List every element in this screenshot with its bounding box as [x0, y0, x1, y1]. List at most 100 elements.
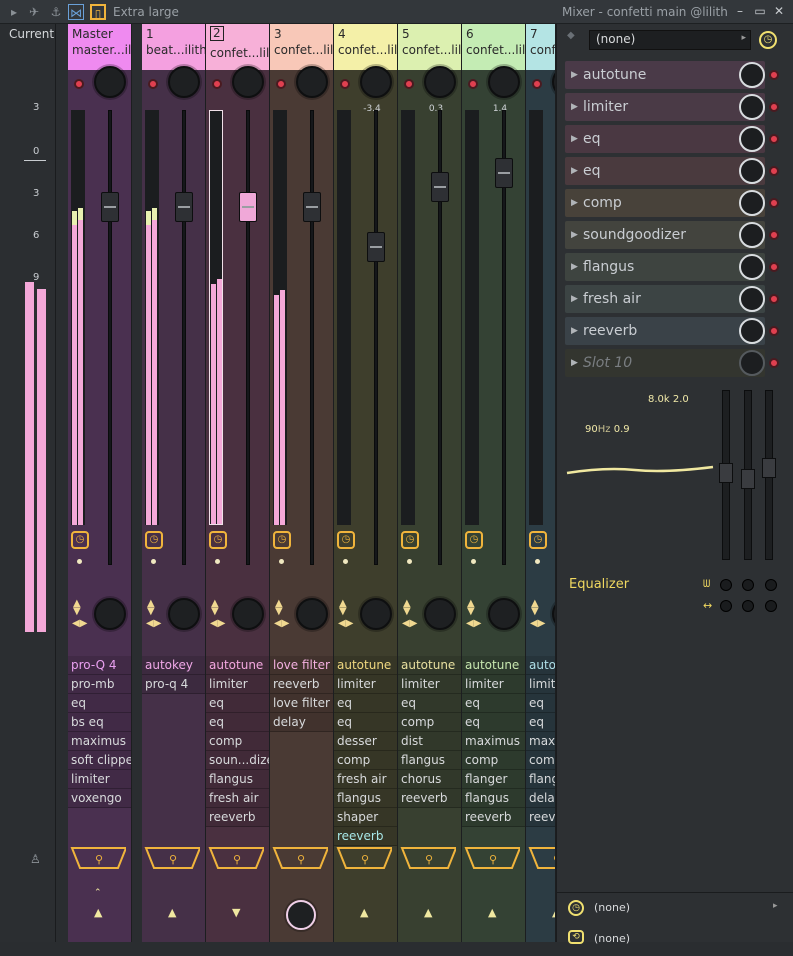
effect-mix-knob[interactable] [739, 318, 765, 344]
swap-arrows-icon[interactable]: ◀▶ [72, 619, 87, 629]
expand-triangle-icon[interactable]: ▶ [571, 253, 578, 281]
swap-arrows-icon[interactable]: ◀▶ [210, 619, 225, 629]
fx-slot[interactable]: comp [334, 751, 397, 770]
route-arrow-icon[interactable]: ▼ [232, 906, 240, 919]
effect-mix-knob[interactable] [739, 350, 765, 376]
effect-enable-led[interactable] [769, 70, 779, 80]
pan-knob[interactable] [296, 66, 328, 98]
maximize-icon[interactable]: ▭ [752, 3, 768, 19]
clock-icon[interactable]: ◷ [145, 531, 163, 549]
fx-slot[interactable]: maximus [462, 732, 525, 751]
clock-icon[interactable]: ◷ [401, 531, 419, 549]
volume-fader[interactable] [367, 232, 385, 262]
fx-slot[interactable]: desser [334, 732, 397, 751]
eq-bw-knob-high[interactable] [765, 579, 777, 591]
effect-enable-led[interactable] [769, 358, 779, 368]
fx-slot[interactable]: love filter [270, 656, 333, 675]
fx-slot[interactable]: bs eq [68, 713, 131, 732]
stereo-knob[interactable] [94, 598, 126, 630]
volume-fader[interactable] [101, 192, 119, 222]
strip-header[interactable]: 4 confet...lilith [334, 24, 397, 70]
stereo-knob[interactable] [232, 598, 264, 630]
strip-header[interactable]: 2 confet...lilith [206, 24, 269, 70]
effect-slot[interactable]: ▶ flangus [565, 253, 765, 281]
fx-slot[interactable]: soft clipper [68, 751, 131, 770]
fx-slot[interactable]: reeverb [462, 808, 525, 827]
fx-slot[interactable]: voxengo [68, 789, 131, 808]
swap-arrows-icon[interactable]: ◀▶ [338, 619, 353, 629]
anchor-icon[interactable]: ⚓ [48, 4, 64, 20]
pan-knob[interactable] [360, 66, 392, 98]
fx-slot[interactable]: reeverb [334, 827, 397, 846]
fx-slot[interactable]: soun...dizer [206, 751, 269, 770]
effect-enable-led[interactable] [769, 294, 779, 304]
lamp-icon[interactable]: ♙ [30, 852, 41, 866]
effect-enable-led[interactable] [769, 230, 779, 240]
fx-slot[interactable]: autotune [334, 656, 397, 675]
fx-slot[interactable]: autotune [462, 656, 525, 675]
effect-mix-knob[interactable] [739, 254, 765, 280]
effect-mix-knob[interactable] [739, 158, 765, 184]
fx-slot[interactable]: eq [398, 694, 461, 713]
swap-arrows-icon[interactable]: ◀▶ [466, 619, 481, 629]
fx-slot[interactable]: love filter [270, 694, 333, 713]
strip-header[interactable]: 7 confet...lilith [526, 24, 555, 70]
fx-slot[interactable]: limiter [334, 675, 397, 694]
effect-enable-led[interactable] [769, 262, 779, 272]
fx-slot[interactable]: fresh air [334, 770, 397, 789]
eq-bw-knob-low[interactable] [720, 579, 732, 591]
expand-triangle-icon[interactable]: ▶ [571, 285, 578, 313]
pan-knob[interactable] [424, 66, 456, 98]
route-knob[interactable] [286, 900, 316, 930]
effect-mix-knob[interactable] [739, 286, 765, 312]
eq-freq-knob-low[interactable] [720, 600, 732, 612]
fx-slot[interactable]: eq [526, 713, 555, 732]
stereo-arrows-icon[interactable]: ▲ ▼ [339, 599, 347, 617]
expand-triangle-icon[interactable]: ▶ [571, 125, 578, 153]
effect-enable-led[interactable] [769, 134, 779, 144]
effect-mix-knob[interactable] [739, 94, 765, 120]
fx-slot[interactable]: limiter [526, 675, 555, 694]
clock-icon[interactable]: ◷ [759, 31, 777, 49]
swap-arrows-icon[interactable]: ◀▶ [274, 619, 289, 629]
strip-header[interactable]: 3 confet...lilith [270, 24, 333, 70]
clock-icon[interactable]: ◷ [71, 531, 89, 549]
fx-slot[interactable]: comp [462, 751, 525, 770]
volume-fader[interactable] [175, 192, 193, 222]
expand-triangle-icon[interactable]: ▶ [571, 349, 578, 377]
pan-knob[interactable] [168, 66, 200, 98]
send-output-icon[interactable]: ⚲ [144, 846, 200, 870]
fx-slot[interactable]: autotune [526, 656, 555, 675]
route-arrow-icon[interactable]: ▲ [488, 906, 496, 919]
stereo-arrows-icon[interactable]: ▲ ▼ [403, 599, 411, 617]
link-icon[interactable]: ⋈ [68, 4, 84, 20]
strip-header[interactable]: Master master...ilith [68, 24, 131, 70]
fx-slot[interactable]: eq [462, 694, 525, 713]
swap-arrows-icon[interactable]: ◀▶ [530, 619, 545, 629]
eq-fader-high[interactable] [762, 458, 776, 478]
fx-slot[interactable]: eq [462, 713, 525, 732]
route-input-select[interactable]: ⟲ (none) [565, 928, 785, 956]
layout-icon[interactable]: ▯ [90, 4, 106, 21]
eq-fader-mid[interactable] [741, 469, 755, 489]
route-arrow-icon[interactable]: ▲ [94, 906, 102, 919]
fx-slot[interactable]: autotune [206, 656, 269, 675]
fx-slot[interactable]: comp [206, 732, 269, 751]
send-output-icon[interactable]: ⚲ [528, 846, 555, 870]
effect-slot[interactable]: ▶ Slot 10 [565, 349, 765, 377]
stereo-arrows-icon[interactable]: ▲ ▼ [531, 599, 539, 617]
mute-led[interactable] [340, 79, 350, 89]
fx-slot[interactable]: flangus [526, 770, 555, 789]
fx-slot[interactable]: eq [334, 713, 397, 732]
fx-slot[interactable]: reeverb [526, 808, 555, 827]
fx-slot[interactable]: flanger [462, 770, 525, 789]
fx-slot[interactable]: fresh air [206, 789, 269, 808]
fx-slot[interactable]: limiter [398, 675, 461, 694]
eq-curve[interactable] [565, 385, 715, 565]
fx-slot[interactable]: delay [526, 789, 555, 808]
effect-slot[interactable]: ▶ eq [565, 157, 765, 185]
close-icon[interactable]: ✕ [771, 3, 787, 19]
fx-slot[interactable]: pro-Q 4 [68, 656, 131, 675]
stereo-knob[interactable] [488, 598, 520, 630]
fx-slot[interactable]: autokey [142, 656, 205, 675]
